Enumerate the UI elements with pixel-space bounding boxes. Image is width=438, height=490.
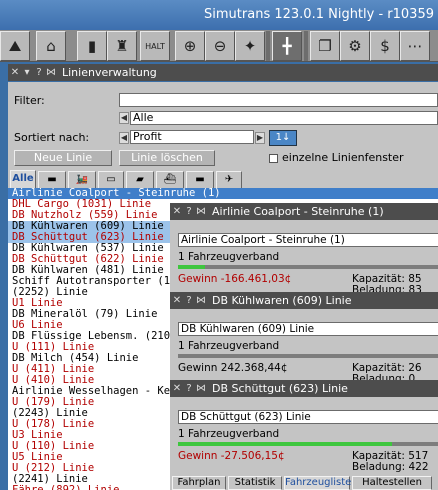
line-name-input[interactable]: DB Schüttgut (623) Linie	[178, 410, 438, 424]
market-icon[interactable]: ♜	[107, 31, 137, 61]
tab-plane[interactable]: ✈	[216, 171, 242, 188]
help-icon[interactable]: ?	[184, 295, 194, 306]
help-icon[interactable]: ?	[184, 383, 194, 394]
line-manager-titlebar[interactable]: ✕ ▾ ? ⋈ Linienverwaltung	[8, 64, 438, 81]
train-icon: 🚂	[75, 174, 89, 185]
close-icon[interactable]: ✕	[172, 383, 182, 394]
detail-tab[interactable]: Haltestellen	[352, 476, 432, 490]
tab-tram[interactable]: ▭	[98, 171, 124, 188]
tab-bus[interactable]: ▬	[38, 171, 66, 188]
toolbar-separator	[266, 31, 270, 61]
detail-tab[interactable]: Fahrzeugliste	[284, 476, 351, 490]
line-name-input[interactable]: Airlinie Coalport - Steinruhe (1)	[178, 233, 438, 247]
load-bar-fill	[178, 265, 205, 269]
filter-label: Filter:	[14, 94, 45, 107]
help-icon[interactable]: ?	[34, 67, 44, 78]
sort-label: Sortiert nach:	[14, 131, 90, 144]
close-icon[interactable]: ✕	[172, 206, 182, 217]
halt-list-icon[interactable]: HALT	[140, 31, 170, 61]
rotate-compass-icon[interactable]: ✦	[235, 31, 265, 61]
close-icon[interactable]: ✕	[172, 295, 182, 306]
line-detail-titlebar[interactable]: ✕ ? ⋈ DB Kühlwaren (609) Linie	[170, 292, 438, 309]
plane-icon: ✈	[224, 174, 234, 185]
line-detail-window: Airlinie Coalport - Steinruhe (1) 1 Fahr…	[170, 220, 438, 300]
help-icon[interactable]: ?	[184, 206, 194, 217]
profit-value: Gewinn -166.461,03¢	[178, 273, 292, 285]
load-bar	[178, 442, 438, 446]
finance-icon[interactable]: $	[370, 31, 400, 61]
tab-train[interactable]: 🚂	[68, 171, 96, 188]
sort-next-icon[interactable]: ▶	[255, 132, 265, 144]
loading-value: Beladung: 422	[352, 461, 429, 473]
pin-icon[interactable]: ⋈	[46, 67, 56, 78]
window-title: DB Schüttgut (623) Linie	[212, 382, 348, 395]
copy-icon[interactable]: ❐	[310, 31, 340, 61]
house-icon[interactable]: ⌂	[36, 31, 66, 61]
line-detail-window: DB Schüttgut (623) Linie 1 Fahrzeugverba…	[170, 397, 438, 490]
category-prev-icon[interactable]: ◀	[119, 112, 129, 124]
tab-ship[interactable]: ▰	[126, 171, 154, 188]
profit-value: Gewinn 242.368,44¢	[178, 362, 288, 374]
line-detail-window: DB Kühlwaren (609) Linie 1 Fahrzeugverba…	[170, 309, 438, 380]
settings-icon[interactable]: ⚙	[340, 31, 370, 61]
zoom-in-icon[interactable]: ⊕	[175, 31, 205, 61]
load-bar	[178, 354, 438, 358]
separate-windows-label: einzelne Linienfenster	[282, 151, 404, 164]
window-title: Linienverwaltung	[62, 66, 157, 79]
app-title: Simutrans 123.0.1 Nightly - r10359	[204, 7, 434, 22]
tab-all[interactable]: Alle	[10, 170, 36, 188]
main-toolbar: ⛰ ⌂ ▮ ♜ HALT ⊕ ⊖ ✦ ╋ ❐ ⚙ $ ⋯	[0, 30, 438, 62]
detail-tab[interactable]: Fahrplan	[172, 476, 226, 490]
toolbar-overflow-icon[interactable]: ⋯	[400, 31, 430, 61]
new-line-button[interactable]: Neue Linie	[14, 150, 112, 166]
hill-icon[interactable]: ⛰	[0, 31, 30, 61]
load-bar	[178, 265, 438, 269]
profit-value: Gewinn -27.506,15¢	[178, 450, 285, 462]
convoy-count: 1 Fahrzeugverband	[178, 251, 280, 263]
tab-car[interactable]: ▬	[186, 171, 214, 188]
load-bar-fill	[178, 442, 392, 446]
network-icon[interactable]: ╋	[272, 31, 302, 61]
convoy-count: 1 Fahrzeugverband	[178, 340, 280, 352]
sort-select[interactable]: Profit	[130, 130, 254, 144]
tab-air[interactable]: ⛴	[156, 171, 184, 188]
truck-icon: ▰	[136, 174, 144, 185]
pin-icon[interactable]: ⋈	[196, 206, 206, 217]
pin-icon[interactable]: ⋈	[196, 383, 206, 394]
delete-line-button[interactable]: Linie löschen	[119, 150, 215, 166]
ship-icon: ⛴	[163, 174, 177, 185]
category-select[interactable]: Alle	[130, 111, 438, 125]
close-icon[interactable]: ✕	[10, 67, 20, 78]
app-title-bar: Simutrans 123.0.1 Nightly - r10359	[0, 0, 438, 30]
sort-direction-button[interactable]: 1↓	[269, 130, 297, 146]
vehicle-type-tabs: Alle ▬ 🚂 ▭ ▰ ⛴ ▬ ✈	[8, 170, 438, 188]
zoom-out-icon[interactable]: ⊖	[205, 31, 235, 61]
filter-input[interactable]	[119, 93, 438, 107]
bus-icon: ▬	[47, 174, 57, 185]
window-title: Airlinie Coalport - Steinruhe (1)	[212, 205, 384, 218]
window-title: DB Kühlwaren (609) Linie	[212, 294, 352, 307]
sort-prev-icon[interactable]: ◀	[119, 132, 129, 144]
line-detail-titlebar[interactable]: ✕ ? ⋈ DB Schüttgut (623) Linie	[170, 380, 438, 397]
detail-tab[interactable]: Statistik	[228, 476, 282, 490]
tram-icon: ▭	[106, 174, 116, 185]
pin-icon[interactable]: ⋈	[196, 295, 206, 306]
chart-icon[interactable]: ▮	[77, 31, 107, 61]
loading-value: Beladung: 0	[352, 373, 416, 380]
toolbar-separator	[304, 31, 308, 61]
line-detail-titlebar[interactable]: ✕ ? ⋈ Airlinie Coalport - Steinruhe (1)	[170, 203, 438, 220]
convoy-count: 1 Fahrzeugverband	[178, 428, 280, 440]
monorail-icon: ▬	[195, 174, 205, 185]
line-name-input[interactable]: DB Kühlwaren (609) Linie	[178, 322, 438, 336]
collapse-icon[interactable]: ▾	[22, 67, 32, 78]
separate-windows-checkbox[interactable]	[269, 154, 278, 163]
